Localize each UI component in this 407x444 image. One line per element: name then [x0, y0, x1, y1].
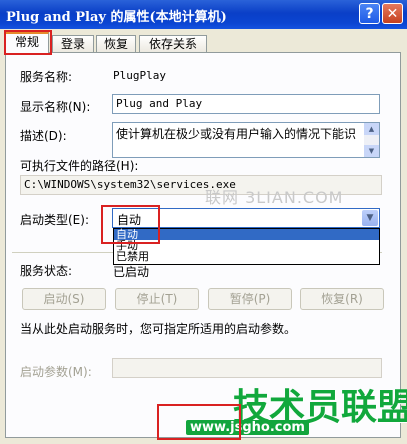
service-status-value: 已启动	[113, 265, 150, 279]
chevron-down-icon[interactable]: ▼	[362, 210, 378, 226]
window-title: Plug and Play 的属性(本地计算机)	[6, 10, 227, 25]
scroll-up-icon[interactable]: ▲	[364, 123, 379, 135]
pause-button[interactable]: 暂停(P)	[208, 288, 292, 310]
help-button[interactable]: ?	[359, 3, 380, 24]
title-bar: Plug and Play 的属性(本地计算机) ? ✕	[0, 0, 407, 29]
description-scrollbar[interactable]: ▲ ▼	[364, 123, 379, 157]
option-disabled[interactable]: 已禁用	[114, 251, 379, 262]
start-params-hint: 当从此处启动服务时，您可指定所适用的启动参数。	[20, 322, 297, 336]
description-text: 使计算机在极少或没有用户输入的情况下能识	[116, 127, 357, 141]
service-status-label: 服务状态:	[20, 264, 73, 278]
highlight-startup-type	[101, 205, 160, 244]
description-field: 使计算机在极少或没有用户输入的情况下能识	[112, 122, 380, 158]
description-label: 描述(D):	[20, 129, 67, 143]
exe-path-label: 可执行文件的路径(H):	[20, 159, 139, 173]
resume-button[interactable]: 恢复(R)	[300, 288, 384, 310]
tab-dependencies[interactable]: 依存关系	[139, 35, 207, 52]
tab-logon[interactable]: 登录	[52, 35, 94, 52]
start-params-field	[112, 358, 382, 378]
service-name-label: 服务名称:	[20, 70, 73, 84]
tab-recovery[interactable]: 恢复	[96, 35, 136, 52]
highlight-general-tab	[4, 30, 52, 55]
highlight-ok-button	[157, 404, 241, 440]
startup-type-label: 启动类型(E):	[20, 213, 89, 227]
start-params-label: 启动参数(M):	[20, 365, 92, 379]
display-name-label: 显示名称(N):	[20, 100, 91, 114]
center-watermark: 联网 3LIAN.COM	[205, 188, 344, 207]
service-name-value: PlugPlay	[113, 69, 166, 82]
scroll-down-icon[interactable]: ▼	[364, 145, 379, 157]
start-button[interactable]: 启动(S)	[22, 288, 106, 310]
tab-strip: 常规 登录 恢复 依存关系	[0, 29, 407, 54]
display-name-field[interactable]: Plug and Play	[112, 94, 380, 114]
close-button[interactable]: ✕	[382, 3, 403, 24]
stop-button[interactable]: 停止(T)	[115, 288, 199, 310]
